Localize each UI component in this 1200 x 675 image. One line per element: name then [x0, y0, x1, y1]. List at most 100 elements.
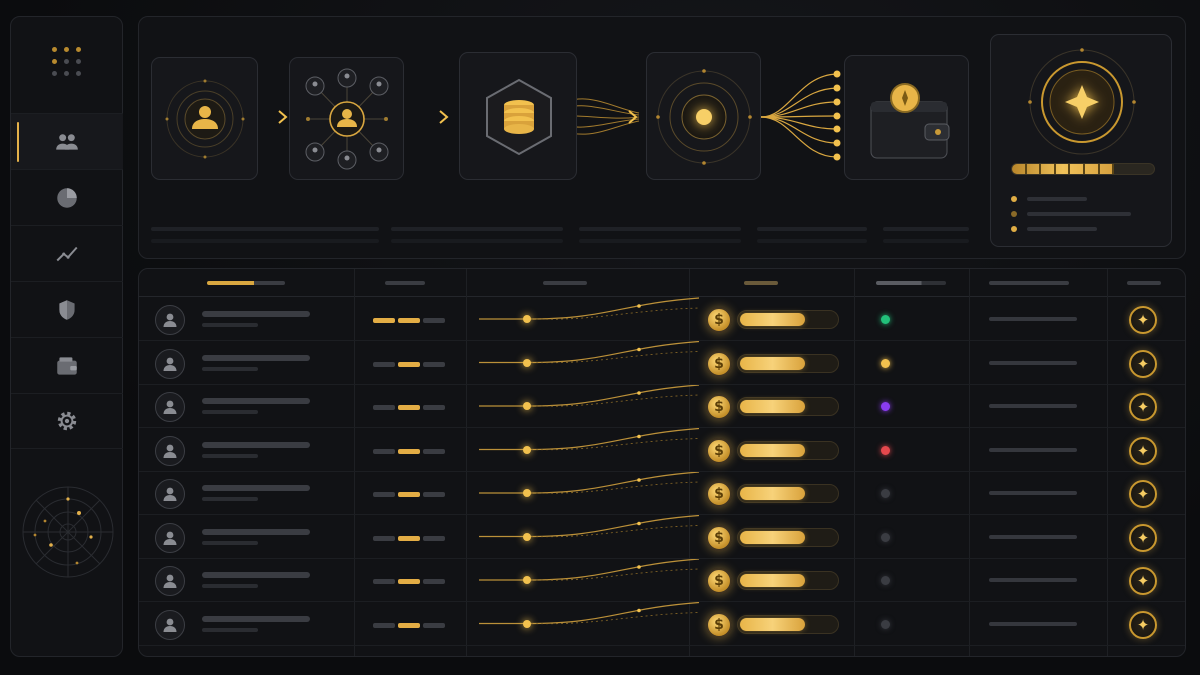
wallet-icon: [57, 356, 77, 375]
avatar[interactable]: [155, 609, 185, 640]
sidebar-item-security[interactable]: [11, 281, 123, 337]
status-dot: [881, 489, 890, 498]
column-header-action[interactable]: [1127, 281, 1161, 285]
sidebar-item-users[interactable]: [11, 113, 123, 169]
skeleton-bar: [579, 227, 741, 231]
avatar[interactable]: [155, 522, 185, 553]
star-action-button[interactable]: ✦: [1129, 306, 1157, 334]
details-placeholder: [989, 447, 1077, 452]
row-name-placeholder: [202, 572, 310, 578]
column-header-details[interactable]: [989, 281, 1069, 285]
segment-bar: [398, 535, 420, 541]
sidebar-item-analytics[interactable]: [11, 169, 123, 225]
balance-bar: [737, 527, 839, 547]
balance-bar-fill: [740, 443, 805, 457]
details-placeholder: [989, 621, 1077, 626]
star-action-button[interactable]: ✦: [1129, 349, 1157, 378]
user-icon: [163, 444, 177, 458]
user-icon: [163, 357, 177, 371]
segment-bar: [423, 318, 445, 323]
segment-bar: [423, 622, 445, 628]
balance-bar: [737, 440, 839, 460]
sidebar-item-wallet[interactable]: [11, 337, 123, 393]
summary-card: [990, 34, 1172, 247]
status-dot: [881, 619, 890, 629]
legend-dot: [1011, 211, 1017, 217]
table-row[interactable]: $ ✦: [139, 385, 1185, 428]
segment-bar: [398, 448, 420, 454]
balance-bar: [737, 310, 839, 329]
status-dot: [881, 445, 890, 455]
sidebar: [10, 16, 123, 657]
balance-bar: [737, 397, 839, 416]
summary-progress-bar: [1011, 163, 1155, 175]
row-subtitle-placeholder: [202, 410, 258, 414]
coin-icon: $: [706, 394, 732, 420]
table-row[interactable]: $ ✦: [139, 472, 1185, 515]
segment-bar: [373, 579, 395, 584]
user-icon: [163, 531, 177, 545]
legend-line: [1027, 197, 1087, 201]
star-badge-icon: [1028, 48, 1136, 155]
flow-database-card[interactable]: [459, 52, 577, 180]
status-dot: [881, 358, 890, 368]
avatar[interactable]: [155, 392, 185, 422]
avatar[interactable]: [155, 435, 185, 466]
column-header-balance[interactable]: [744, 281, 778, 285]
skeleton-bar: [579, 239, 741, 243]
skeleton-bar: [883, 239, 969, 243]
flow-wallet-card[interactable]: [844, 55, 969, 180]
pie-chart-icon: [57, 187, 77, 208]
segment-bar: [423, 492, 445, 497]
star-action-button[interactable]: ✦: [1129, 480, 1157, 508]
apps-grid-icon[interactable]: [52, 47, 82, 77]
balance-bar: [737, 353, 839, 373]
star-action-button[interactable]: ✦: [1129, 436, 1157, 465]
trend-line-icon: [56, 246, 78, 261]
table-row[interactable]: $ ✦: [139, 559, 1185, 602]
coin-icon: $: [706, 437, 732, 464]
segment-bar: [423, 579, 445, 584]
column-header-segments[interactable]: [385, 281, 425, 285]
user-icon: [163, 618, 177, 632]
row-name-placeholder: [202, 615, 310, 622]
coin-icon: $: [706, 350, 732, 377]
table-row[interactable]: $ ✦: [139, 429, 1185, 472]
star-action-button[interactable]: ✦: [1129, 393, 1157, 421]
star-action-button[interactable]: ✦: [1129, 567, 1157, 595]
avatar[interactable]: [155, 348, 185, 379]
balance-bar: [737, 571, 839, 590]
avatar[interactable]: [155, 566, 185, 596]
table-row[interactable]: $ ✦: [139, 298, 1185, 341]
star-action-button[interactable]: ✦: [1129, 610, 1157, 639]
table-row[interactable]: $ ✦: [139, 342, 1185, 385]
row-name-placeholder: [202, 485, 310, 491]
row-name-placeholder: [202, 311, 310, 317]
balance-bar-fill: [740, 313, 805, 326]
column-header-status[interactable]: [876, 281, 946, 285]
coin-stack-icon: [486, 78, 552, 156]
star-action-button[interactable]: ✦: [1129, 523, 1157, 552]
core-orb-icon: [656, 69, 752, 165]
table-row[interactable]: $ ✦: [139, 516, 1185, 559]
segment-bar: [398, 405, 420, 410]
flow-origin-dot: [523, 532, 531, 541]
sidebar-item-trends[interactable]: [11, 225, 123, 281]
column-header-flow[interactable]: [543, 281, 587, 285]
coin-icon: $: [706, 481, 732, 507]
flow-core-card[interactable]: [646, 52, 761, 180]
table-row[interactable]: $ ✦: [139, 603, 1185, 646]
details-placeholder: [989, 491, 1077, 495]
row-subtitle-placeholder: [202, 323, 258, 327]
details-placeholder: [989, 360, 1077, 365]
wallet-coin-icon: [870, 83, 950, 159]
legend-row: [1011, 225, 1097, 233]
flow-user-card[interactable]: [151, 57, 258, 180]
coin-icon: $: [706, 611, 732, 638]
avatar[interactable]: [155, 479, 185, 509]
skeleton-bar: [391, 239, 563, 243]
flow-network-card[interactable]: [289, 57, 404, 180]
avatar[interactable]: [155, 305, 185, 335]
column-header-user[interactable]: [207, 281, 285, 285]
sidebar-item-settings[interactable]: [11, 393, 123, 449]
